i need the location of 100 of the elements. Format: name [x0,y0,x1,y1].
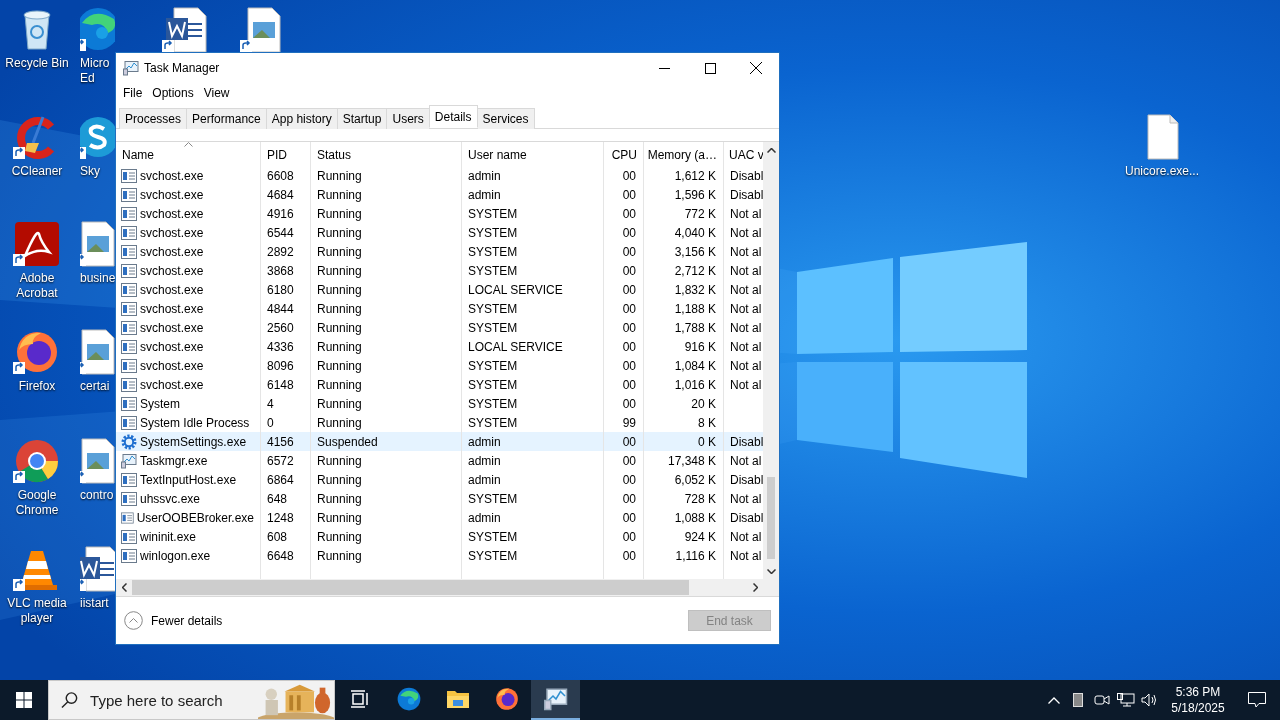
time-text: 5:36 PM [1175,684,1221,700]
maximize-icon [704,62,716,74]
uac-text: Not al [730,377,762,392]
desktop-icon-label[interactable]: Unicore.exe... [1124,164,1199,179]
cpu-text: 00 [622,244,636,259]
status-text: Running [317,168,362,183]
process-name: svchost.exe [140,358,204,373]
memory-text: 1,832 K [674,282,716,297]
column-header[interactable]: Memory (a… [644,142,724,166]
memory-text: 1,088 K [674,510,716,525]
status-text: Running [317,453,362,468]
fewer-details-button[interactable]: Fewer details [124,611,223,630]
tab[interactable]: Services [476,108,535,129]
column-header[interactable]: User name [462,142,604,166]
tab[interactable]: Details [428,105,478,128]
chevron-right-icon [752,583,758,592]
status-text: Running [317,187,362,202]
edge-icon [395,686,422,712]
application-icon [121,472,137,487]
desktop-icon-label[interactable]: Adobe Acrobat [0,271,74,301]
cpu-text: 00 [622,358,636,373]
process-row[interactable]: SystemSettings.exe 4156 Suspended admin 00 0 K Disabl [116,432,763,451]
user-name-text: SYSTEM [468,548,518,563]
status-text: Running [317,548,362,563]
pid-text: 4844 [267,301,294,316]
process-name: SystemSettings.exe [140,434,247,449]
cpu-text: 00 [622,187,636,202]
application-icon [121,301,137,316]
uac-text: Not al [730,491,762,506]
search-field[interactable]: Type here to search [88,690,249,710]
desktop-icon-label[interactable]: VLC media player [0,596,74,626]
uac-text: Not al [730,206,762,221]
cpu-text: 00 [622,263,636,278]
desktop-icon-label[interactable]: contro [80,488,114,503]
user-name-text: admin [468,510,501,525]
process-name: svchost.exe [140,168,204,183]
status-text: Running [317,206,362,221]
tab[interactable]: Processes [119,108,188,129]
uac-text: Not al [730,453,762,468]
speech-bubble-icon [1248,692,1266,708]
uac-text: Not al [730,225,762,240]
process-name: UserOOBEBroker.exe [136,510,254,525]
pid-text: 6180 [267,282,294,297]
memory-text: 1,612 K [674,168,716,183]
scrollbar-thumb[interactable] [132,580,689,595]
pid-text: 0 [267,415,274,430]
status-text: Running [317,358,362,373]
desktop-icon-label[interactable]: Recycle Bin [5,56,69,71]
desktop-icon-label[interactable]: Micro Ed [80,56,115,86]
memory-text: 0 K [698,434,716,449]
column-header[interactable]: PID [261,142,311,166]
uac-text: Not al [730,282,762,297]
tab[interactable]: Users [386,108,430,129]
menu-item[interactable]: File [118,84,148,102]
menu-item[interactable]: View [198,84,235,102]
cpu-text: 00 [622,453,636,468]
search-bar[interactable]: Type here to search [48,680,335,720]
tab[interactable]: Startup [336,108,388,129]
application-icon [121,415,137,430]
memory-text: 20 K [691,396,716,411]
column-header[interactable]: CPU [604,142,644,166]
desktop-icon-label[interactable]: Sky [80,164,100,179]
user-name-text: LOCAL SERVICE [468,339,563,354]
application-icon [121,320,137,335]
process-name: svchost.exe [140,263,204,278]
scrollbar-thumb[interactable] [767,477,775,559]
column-header[interactable]: Name [116,142,261,166]
process-name: svchost.exe [140,225,204,240]
tab[interactable]: Performance [186,108,267,129]
cpu-text: 00 [622,510,636,525]
memory-text: 17,348 K [667,453,716,468]
desktop-icon-label[interactable]: iistart [80,596,109,611]
desktop-icon-label[interactable]: Firefox [18,379,56,394]
desktop-icon-label[interactable]: CCleaner [11,164,63,179]
user-name-text: SYSTEM [468,301,518,316]
uac-text: Disabl [730,168,763,183]
user-name-text: SYSTEM [468,491,518,506]
menu-item[interactable]: Options [147,84,199,102]
memory-text: 4,040 K [674,225,716,240]
process-name: svchost.exe [140,244,204,259]
taskbar-app-button[interactable] [531,680,580,720]
process-name: Taskmgr.exe [140,453,208,468]
process-name: System [140,396,180,411]
desktop-icon-label[interactable]: certai [80,379,110,394]
pid-text: 6572 [267,453,294,468]
pid-text: 4916 [267,206,294,221]
memory-text: 924 K [684,529,716,544]
desktop-icon-label[interactable]: busine [80,271,115,286]
cpu-text: 00 [622,320,636,335]
acrobat-icon [13,220,61,268]
user-name-text: admin [468,434,501,449]
clock[interactable]: 5:36 PM 5/18/2025 [1162,684,1234,716]
column-header[interactable]: Status [311,142,462,166]
desktop-icon-label[interactable]: Google Chrome [0,488,74,518]
uac-text: Disabl [730,187,763,202]
tab[interactable]: App history [265,108,338,129]
pid-text: 4684 [267,187,294,202]
memory-text: 772 K [684,206,716,221]
user-name-text: SYSTEM [468,358,518,373]
vertical-scrollbar[interactable] [763,142,779,579]
